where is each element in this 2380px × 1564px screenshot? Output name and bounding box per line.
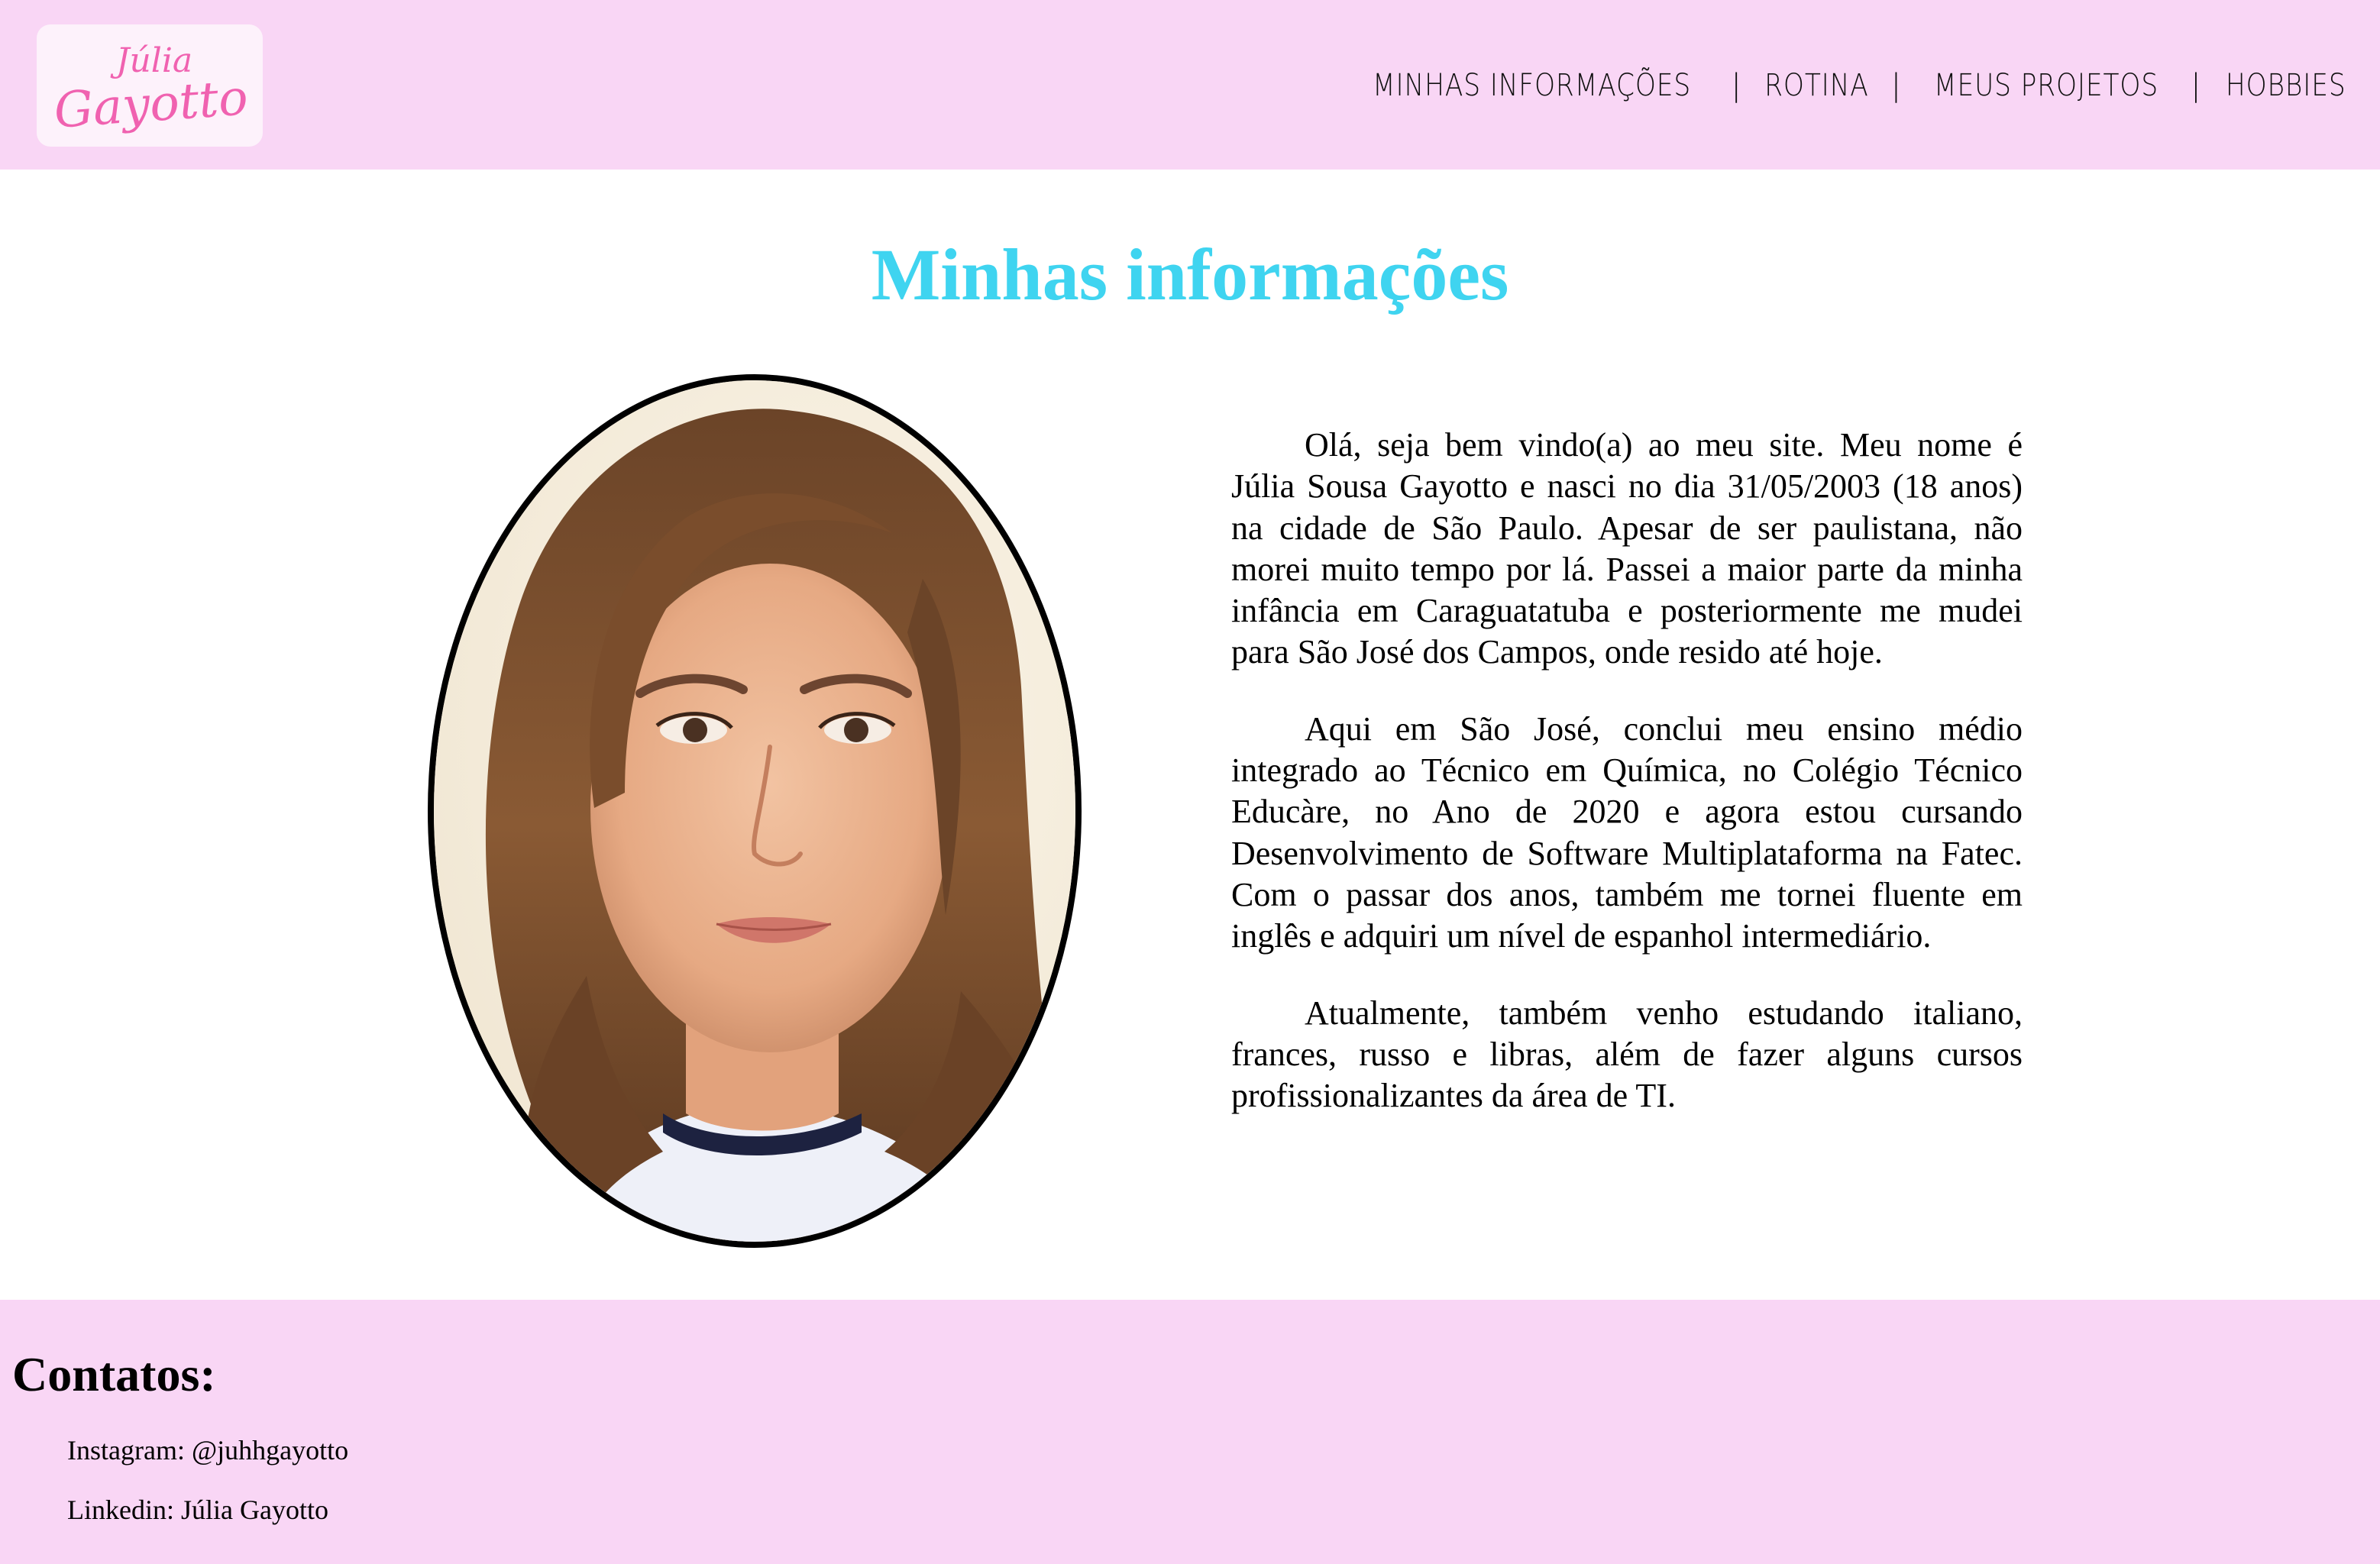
contact-linkedin[interactable]: Linkedin: Júlia Gayotto	[67, 1492, 328, 1527]
bio-paragraph: Aqui em São José, conclui meu ensino méd…	[1231, 709, 2023, 955]
nav-separator: |	[2191, 68, 2202, 103]
nav-link-hobbies[interactable]: HOBBIES	[2225, 68, 2346, 103]
contact-instagram[interactable]: Instagram: @juhhgayotto	[67, 1433, 348, 1468]
main-nav: MINHAS INFORMAÇÕES | ROTINA | MEUS PROJE…	[1347, 61, 2356, 110]
site-footer: Contatos:	[0, 1300, 2380, 1564]
page-title: Minhas informações	[871, 234, 1509, 315]
nav-link-minhas-informacoes[interactable]: MINHAS INFORMAÇÕES	[1373, 68, 1691, 103]
portrait-photo-icon	[434, 380, 1075, 1242]
nav-link-rotina[interactable]: ROTINA	[1764, 68, 1869, 103]
site-header: Júlia Gayotto MINHAS INFORMAÇÕES | ROTIN…	[0, 0, 2380, 170]
bio-paragraph: Atualmente, também venho estudando itali…	[1231, 994, 2023, 1115]
logo-line2: Gayotto	[52, 69, 249, 140]
nav-separator: |	[1890, 68, 1903, 103]
bio-paragraph: Olá, seja bem vindo(a) ao meu site. Meu …	[1231, 426, 2023, 671]
nav-link-meus-projetos[interactable]: MEUS PROJETOS	[1934, 68, 2158, 103]
contacts-heading: Contatos:	[12, 1347, 216, 1401]
site-logo[interactable]: Júlia Gayotto	[37, 24, 263, 147]
bio-text: Olá, seja bem vindo(a) ao meu site. Meu …	[1231, 425, 2023, 1152]
logo-script: Júlia Gayotto	[52, 41, 249, 140]
nav-separator: |	[1731, 68, 1742, 103]
profile-photo	[428, 374, 1082, 1248]
